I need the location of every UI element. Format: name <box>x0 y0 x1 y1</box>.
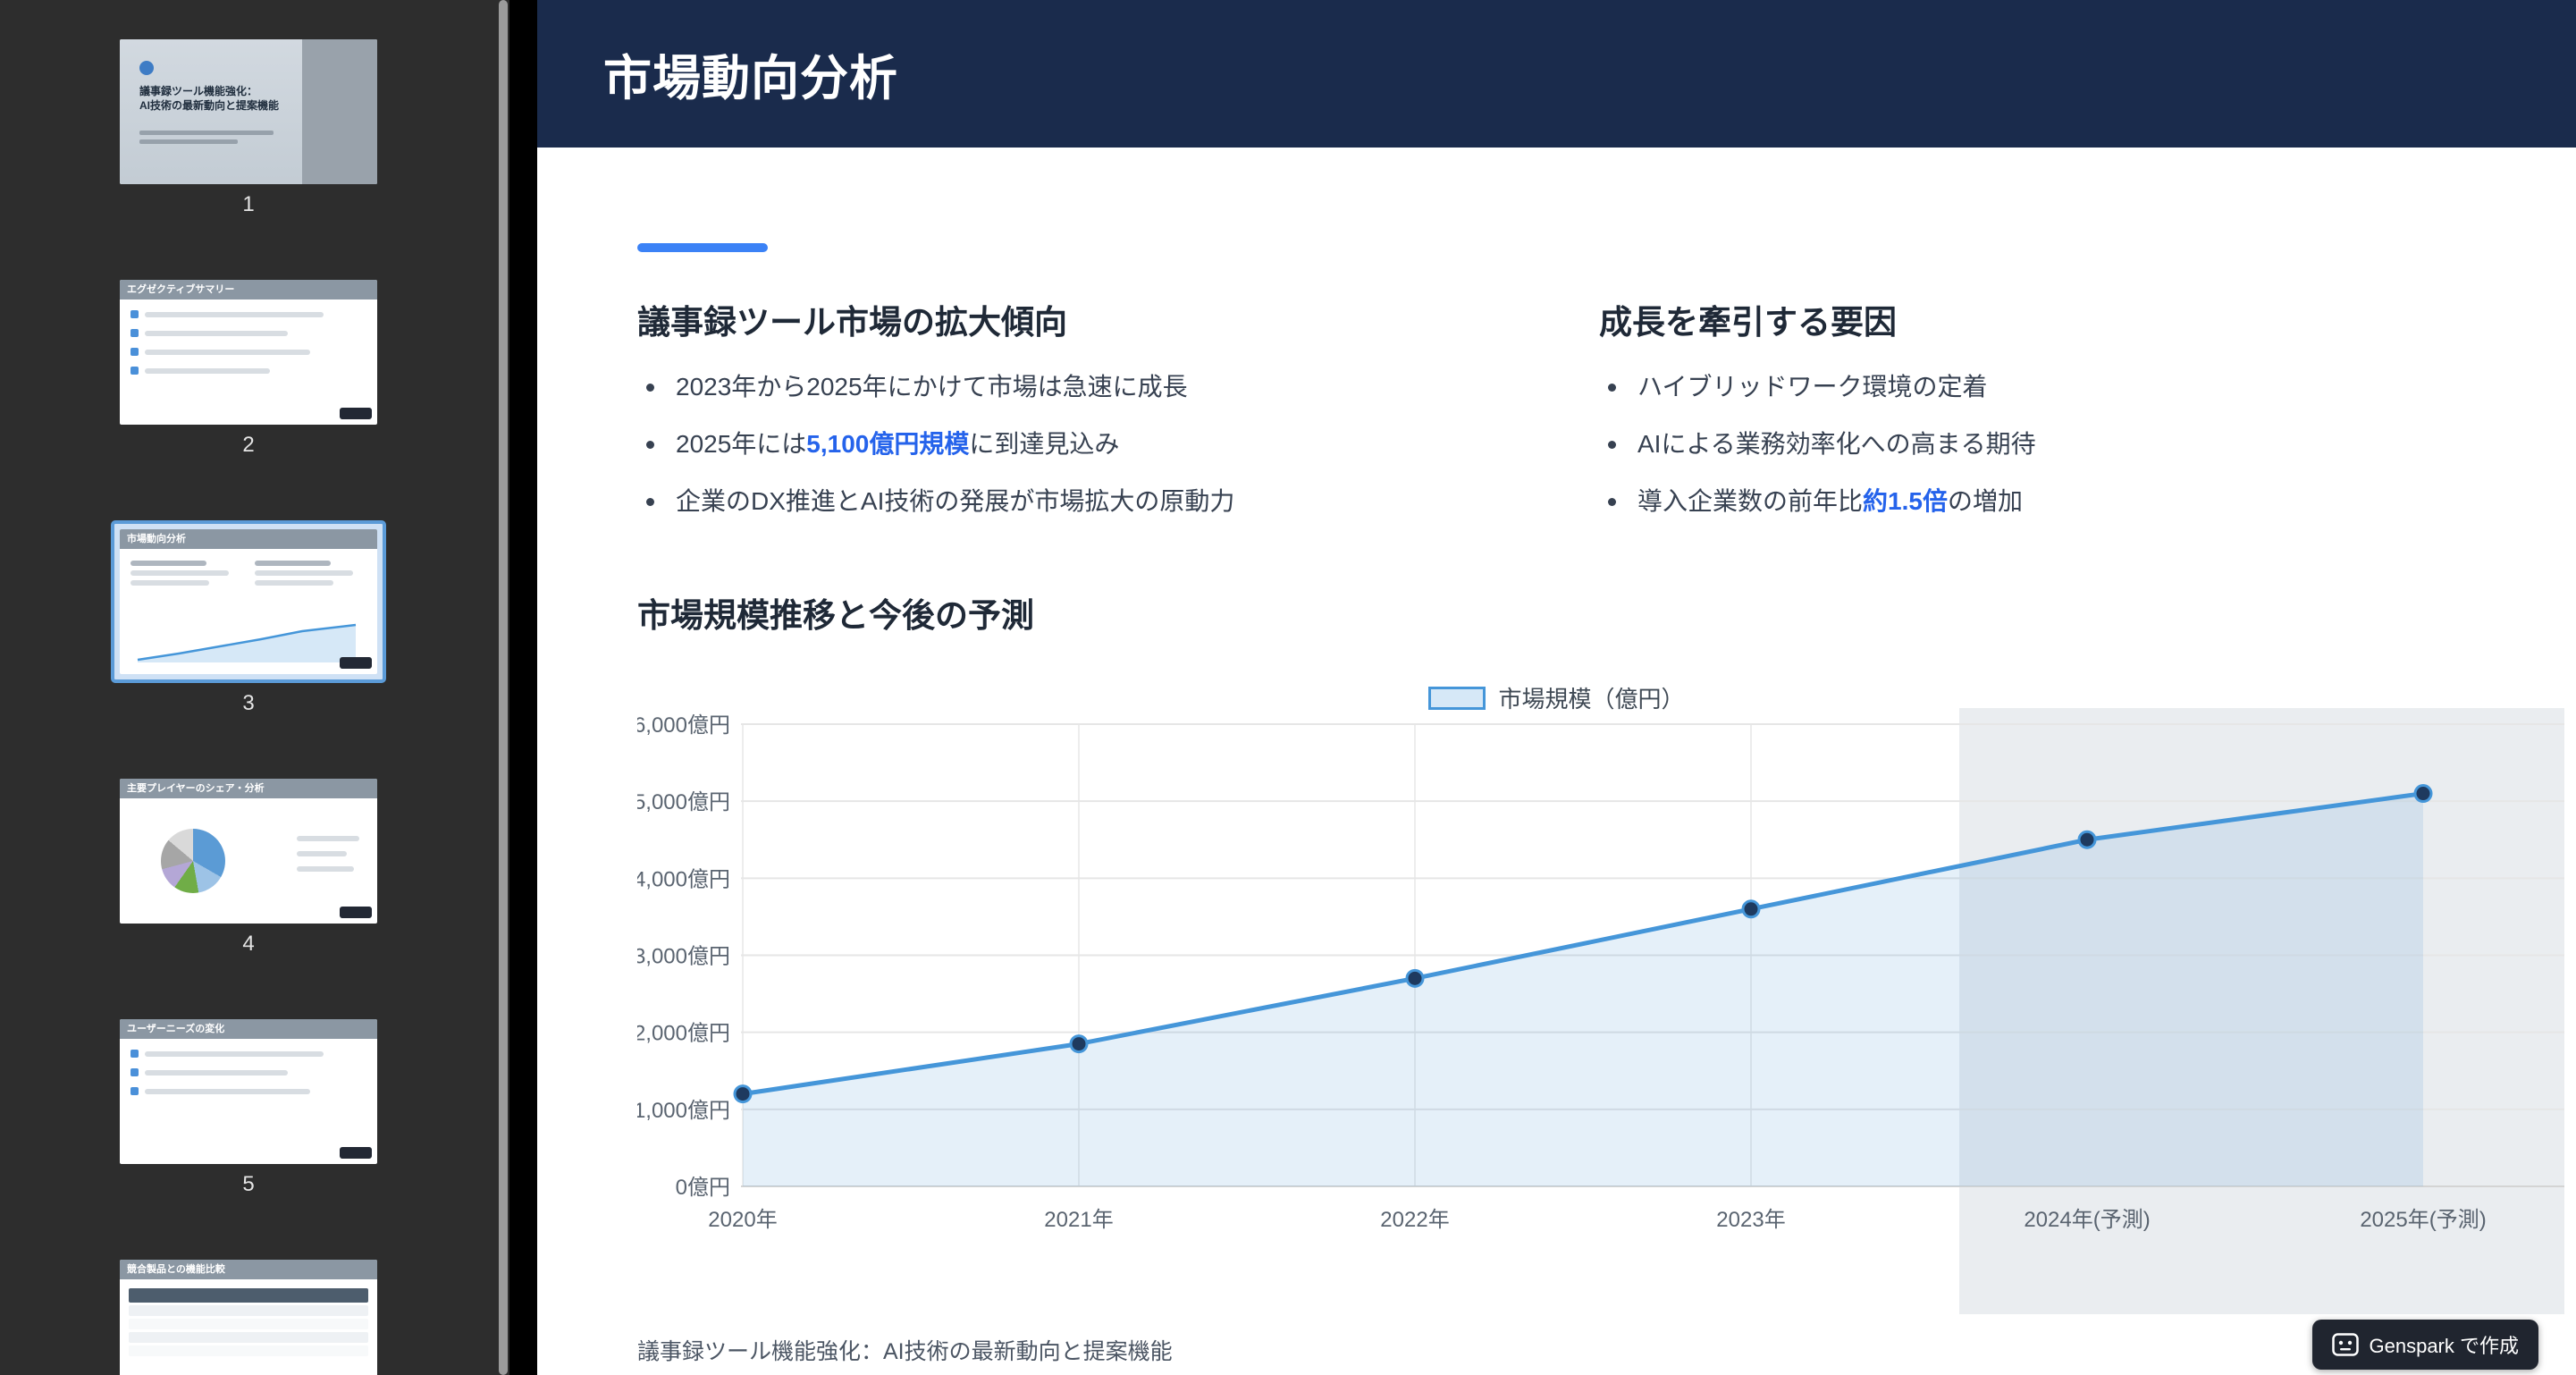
thumb-watermark <box>340 1147 372 1159</box>
thumb-slide-title: 競合製品との機能比較 <box>120 1260 377 1279</box>
slide-number: 4 <box>242 932 254 957</box>
thumbnail-preview: エグゼクティブサマリー <box>120 280 377 425</box>
slide-canvas: 市場動向分析 議事録ツール市場の拡大傾向 2023年から2025年にかけて市場は… <box>537 0 2576 1375</box>
svg-text:5,000億円: 5,000億円 <box>637 790 730 814</box>
legend-swatch <box>1428 687 1486 710</box>
bullet-dot <box>646 384 654 392</box>
slide-footer-text: 議事録ツール機能強化：AI技術の最新動向と提案機能 <box>637 1334 1173 1366</box>
thumb-mini-table <box>129 1288 368 1356</box>
slide-thumbnail-3[interactable]: 市場動向分析 3 <box>111 520 386 716</box>
bullet-item: 導入企業数の前年比約1.5倍の増加 <box>1599 481 2520 522</box>
thumbnail-preview: ユーザーニーズの変化 <box>120 1019 377 1164</box>
svg-text:2020年: 2020年 <box>708 1208 777 1232</box>
slide-thumbnail-6[interactable]: 競合製品との機能比較6 <box>120 1260 377 1375</box>
thumb-mini-chart <box>127 612 370 669</box>
bullet-item: ハイブリッドワーク環境の定着 <box>1599 367 2520 408</box>
thumb-logo-dot <box>139 61 154 75</box>
bullet-text: 2025年には5,100億円規模に到達見込み <box>676 424 1119 465</box>
bullet-text: 企業のDX推進とAI技術の発展が市場拡大の原動力 <box>676 481 1234 522</box>
chart-section-heading: 市場規模推移と今後の予測 <box>637 588 1034 637</box>
slide-number: 5 <box>242 1172 254 1197</box>
section-heading-market-expansion: 議事録ツール市場の拡大傾向 <box>637 295 1580 343</box>
bullet-text: AIによる業務効率化への高まる期待 <box>1637 424 2036 465</box>
slide-title: 市場動向分析 <box>603 38 898 109</box>
bullet-item: 企業のDX推進とAI技術の発展が市場拡大の原動力 <box>637 481 1580 522</box>
svg-text:4,000億円: 4,000億円 <box>637 867 730 891</box>
genspark-badge-label: Genspark で作成 <box>2370 1330 2520 1359</box>
thumb-watermark <box>340 907 372 918</box>
thumb-slide-title: 主要プレイヤーのシェア・分析 <box>120 779 377 798</box>
slide-thumbnail-5[interactable]: ユーザーニーズの変化 5 <box>120 1019 377 1197</box>
slide-thumbnail-2[interactable]: エグゼクティブサマリー 2 <box>120 280 377 458</box>
section-market-expansion: 議事録ツール市場の拡大傾向 2023年から2025年にかけて市場は急速に成長20… <box>637 295 1580 538</box>
svg-text:1,000億円: 1,000億円 <box>637 1099 730 1123</box>
sidebar-divider <box>509 0 537 1375</box>
bullet-dot <box>1608 498 1616 506</box>
bullet-list-growth-drivers: ハイブリッドワーク環境の定着 AIによる業務効率化への高まる期待導入企業数の前年比… <box>1599 367 2520 522</box>
slide-thumbnail-1[interactable]: 議事録ツール機能強化：AI技術の最新動向と提案機能 1 <box>120 39 377 217</box>
bullet-item: 2025年には5,100億円規模に到達見込み <box>637 424 1580 465</box>
thumbnail-preview: 競合製品との機能比較 <box>120 1260 377 1375</box>
slide-number: 1 <box>242 192 254 217</box>
svg-text:2025年(予測): 2025年(予測) <box>2360 1208 2486 1232</box>
svg-text:2021年: 2021年 <box>1044 1208 1113 1232</box>
scrollbar-thumb[interactable] <box>499 0 508 1375</box>
bullet-dot <box>1608 384 1616 392</box>
bullet-dot <box>646 498 654 506</box>
slide-thumbnail-4[interactable]: 主要プレイヤーのシェア・分析 4 <box>120 779 377 957</box>
svg-text:2022年: 2022年 <box>1380 1208 1449 1232</box>
svg-text:2023年: 2023年 <box>1716 1208 1785 1232</box>
thumb-slide-title: エグゼクティブサマリー <box>120 280 377 299</box>
thumbnail-preview: 議事録ツール機能強化：AI技術の最新動向と提案機能 <box>120 39 377 184</box>
market-size-line-chart: 0億円 1,000億円 2,000億円 3,000億円 4,000億円 5,000億円 6,… <box>637 708 2564 1316</box>
bullet-dot <box>646 441 654 449</box>
svg-text:3,000億円: 3,000億円 <box>637 945 730 969</box>
bullet-item: AIによる業務効率化への高まる期待 <box>1599 424 2520 465</box>
thumb-slide-title: 市場動向分析 <box>120 529 377 549</box>
section-heading-growth-drivers: 成長を牽引する要因 <box>1599 295 2520 343</box>
genspark-icon <box>2332 1333 2359 1356</box>
slide-thumbnails-sidebar: 議事録ツール機能強化：AI技術の最新動向と提案機能 1 エグゼクティブサマリー 2 市場… <box>0 0 497 1375</box>
bullet-item: 2023年から2025年にかけて市場は急速に成長 <box>637 367 1580 408</box>
thumb-title-slide: 議事録ツール機能強化：AI技術の最新動向と提案機能 <box>120 39 377 184</box>
thumb-watermark <box>340 408 372 419</box>
thumb-mini-pie <box>161 829 225 893</box>
bullet-dot <box>1608 441 1616 449</box>
sidebar-scrollbar[interactable] <box>497 0 509 1375</box>
section-growth-drivers: 成長を牽引する要因 ハイブリッドワーク環境の定着 AIによる業務効率化への高まる期… <box>1599 295 2520 538</box>
svg-text:2,000億円: 2,000億円 <box>637 1022 730 1046</box>
svg-text:6,000億円: 6,000億円 <box>637 713 730 738</box>
slide-number: 2 <box>242 433 254 458</box>
slide-header: 市場動向分析 <box>537 0 2576 148</box>
bullet-list-market-expansion: 2023年から2025年にかけて市場は急速に成長 2025年には5,100億円規模… <box>637 367 1580 522</box>
thumb-slide-title: ユーザーニーズの変化 <box>120 1019 377 1039</box>
bullet-text: 2023年から2025年にかけて市場は急速に成長 <box>676 367 1188 408</box>
thumb-watermark <box>340 657 372 669</box>
bullet-text: 導入企業数の前年比約1.5倍の増加 <box>1637 481 2023 522</box>
thumbnail-preview: 市場動向分析 <box>120 529 377 674</box>
thumb-slide-title: 議事録ツール機能強化：AI技術の最新動向と提案機能 <box>139 84 293 113</box>
svg-text:2024年(予測): 2024年(予測) <box>2024 1208 2150 1232</box>
svg-text:0億円: 0億円 <box>676 1176 730 1200</box>
thumbnail-preview: 主要プレイヤーのシェア・分析 <box>120 779 377 924</box>
slide-number: 3 <box>242 691 254 716</box>
genspark-badge[interactable]: Genspark で作成 <box>2312 1320 2539 1370</box>
bullet-text: ハイブリッドワーク環境の定着 <box>1637 367 1987 408</box>
accent-bar <box>637 243 768 252</box>
app-window: 議事録ツール機能強化：AI技術の最新動向と提案機能 1 エグゼクティブサマリー 2 市場… <box>0 0 2576 1375</box>
